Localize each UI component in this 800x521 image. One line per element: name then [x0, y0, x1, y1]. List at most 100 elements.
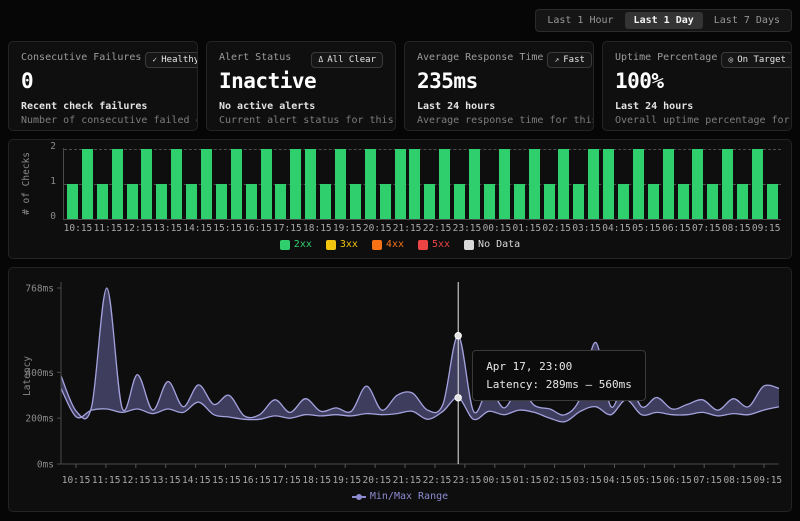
- x-tick-label: 02:15: [542, 223, 572, 234]
- check-bar-2xx[interactable]: [246, 184, 257, 219]
- check-bar-2xx[interactable]: [156, 184, 167, 219]
- x-tick-label: 10:15: [61, 475, 91, 486]
- x-tick-label: 18:15: [302, 475, 332, 486]
- check-bar-2xx[interactable]: [320, 184, 331, 219]
- badge-label: Healthy: [161, 55, 198, 65]
- check-bar-2xx[interactable]: [261, 149, 272, 219]
- x-tick-label: 16:15: [243, 223, 273, 234]
- y-tick-label: 2: [50, 141, 56, 153]
- card-description: Average response time for this site: [417, 115, 581, 126]
- check-bar-2xx[interactable]: [618, 184, 629, 219]
- check-bar-2xx[interactable]: [97, 184, 108, 219]
- check-bar-2xx[interactable]: [141, 149, 152, 219]
- monitoring-dashboard: Last 1 HourLast 1 DayLast 7 Days Consecu…: [8, 9, 792, 512]
- x-tick-label: 00:15: [482, 475, 512, 486]
- card-title: Average Response Time: [417, 52, 543, 63]
- check-bar-2xx[interactable]: [424, 184, 435, 219]
- check-bar-2xx[interactable]: [633, 149, 644, 219]
- time-range-last-1-hour[interactable]: Last 1 Hour: [538, 12, 622, 29]
- check-bar-2xx[interactable]: [499, 149, 510, 219]
- check-bar-2xx[interactable]: [171, 149, 182, 219]
- check-bar-2xx[interactable]: [722, 149, 733, 219]
- stat-card: Average Response Time ↗ Fast 235ms Last …: [404, 41, 594, 131]
- x-tick-label: 22:15: [422, 475, 452, 486]
- time-range-last-1-day[interactable]: Last 1 Day: [625, 12, 703, 29]
- check-bar-2xx[interactable]: [603, 149, 614, 219]
- check-bar-2xx[interactable]: [82, 149, 93, 219]
- check-bar-2xx[interactable]: [469, 149, 480, 219]
- check-bar-2xx[interactable]: [573, 184, 584, 219]
- check-bar-2xx[interactable]: [707, 184, 718, 219]
- check-bar-2xx[interactable]: [454, 184, 465, 219]
- check-bar-2xx[interactable]: [692, 149, 703, 219]
- trend-up-icon: ↗: [554, 56, 559, 64]
- x-tick-label: 21:15: [392, 475, 422, 486]
- card-title: Uptime Percentage: [615, 52, 717, 63]
- latency-legend: Min/Max Range: [17, 491, 783, 502]
- x-tick-label: 14:15: [181, 475, 211, 486]
- badge-label: Fast: [563, 55, 585, 65]
- x-tick-label: 17:15: [272, 475, 302, 486]
- check-bar-2xx[interactable]: [127, 184, 138, 219]
- checks-bars[interactable]: [63, 148, 781, 220]
- card-value: 0: [21, 69, 185, 93]
- topbar: Last 1 HourLast 1 DayLast 7 Days: [8, 9, 792, 32]
- card-title: Consecutive Failures: [21, 52, 141, 63]
- legend-swatch-icon: [372, 240, 382, 250]
- x-tick-label: 20:15: [362, 475, 392, 486]
- check-bar-2xx[interactable]: [380, 184, 391, 219]
- check-bar-2xx[interactable]: [409, 149, 420, 219]
- legend-item-min-max-range: Min/Max Range: [352, 491, 448, 502]
- x-tick-label: 11:15: [91, 475, 121, 486]
- card-subtitle: Recent check failures: [21, 101, 185, 112]
- legend-swatch-icon: [464, 240, 474, 250]
- checks-chart: # of Checks 012 10:1511:1512:1513:1514:1…: [19, 148, 781, 234]
- check-bar-2xx[interactable]: [678, 184, 689, 219]
- checks-ylabel: # of Checks: [21, 152, 32, 215]
- x-tick-label: 05:15: [632, 475, 662, 486]
- check-bar-2xx[interactable]: [439, 149, 450, 219]
- check-bar-2xx[interactable]: [305, 149, 316, 219]
- x-tick-label: 02:15: [542, 475, 572, 486]
- check-bar-2xx[interactable]: [67, 184, 78, 219]
- check-bar-2xx[interactable]: [588, 149, 599, 219]
- x-tick-label: 10:15: [63, 223, 93, 234]
- card-description: Current alert status for this site: [219, 115, 383, 126]
- check-bar-2xx[interactable]: [514, 184, 525, 219]
- check-bar-2xx[interactable]: [335, 149, 346, 219]
- check-bar-2xx[interactable]: [484, 184, 495, 219]
- legend-item-5xx: 5xx: [418, 239, 450, 250]
- check-bar-2xx[interactable]: [767, 184, 778, 219]
- check-bar-2xx[interactable]: [544, 184, 555, 219]
- svg-text:Latency: Latency: [22, 356, 33, 396]
- check-bar-2xx[interactable]: [558, 149, 569, 219]
- target-icon: ◎: [728, 56, 733, 64]
- x-tick-label: 19:15: [332, 223, 362, 234]
- check-bar-2xx[interactable]: [290, 149, 301, 219]
- check-bar-2xx[interactable]: [186, 184, 197, 219]
- status-badge: ✓ Healthy: [145, 52, 198, 68]
- x-tick-label: 01:15: [512, 475, 542, 486]
- check-bar-2xx[interactable]: [365, 149, 376, 219]
- check-bar-2xx[interactable]: [112, 149, 123, 219]
- latency-panel: 768ms400ms200ms0msLatency Apr 17, 23:00 …: [8, 267, 792, 512]
- check-bar-2xx[interactable]: [395, 149, 406, 219]
- check-bar-2xx[interactable]: [737, 184, 748, 219]
- check-bar-2xx[interactable]: [752, 149, 763, 219]
- x-tick-label: 09:15: [751, 223, 781, 234]
- x-tick-label: 03:15: [572, 223, 602, 234]
- checks-xlabels: 10:1511:1512:1513:1514:1515:1516:1517:15…: [63, 223, 781, 234]
- check-bar-2xx[interactable]: [201, 149, 212, 219]
- time-range-last-7-days[interactable]: Last 7 Days: [705, 12, 789, 29]
- check-bar-2xx[interactable]: [648, 184, 659, 219]
- x-tick-label: 17:15: [272, 223, 302, 234]
- x-tick-label: 11:15: [93, 223, 123, 234]
- check-bar-2xx[interactable]: [231, 149, 242, 219]
- latency-chart[interactable]: 768ms400ms200ms0msLatency: [17, 276, 783, 472]
- check-bar-2xx[interactable]: [663, 149, 674, 219]
- check-bar-2xx[interactable]: [216, 184, 227, 219]
- check-bar-2xx[interactable]: [350, 184, 361, 219]
- check-bar-2xx[interactable]: [275, 184, 286, 219]
- check-bar-2xx[interactable]: [529, 149, 540, 219]
- x-tick-label: 16:15: [241, 475, 271, 486]
